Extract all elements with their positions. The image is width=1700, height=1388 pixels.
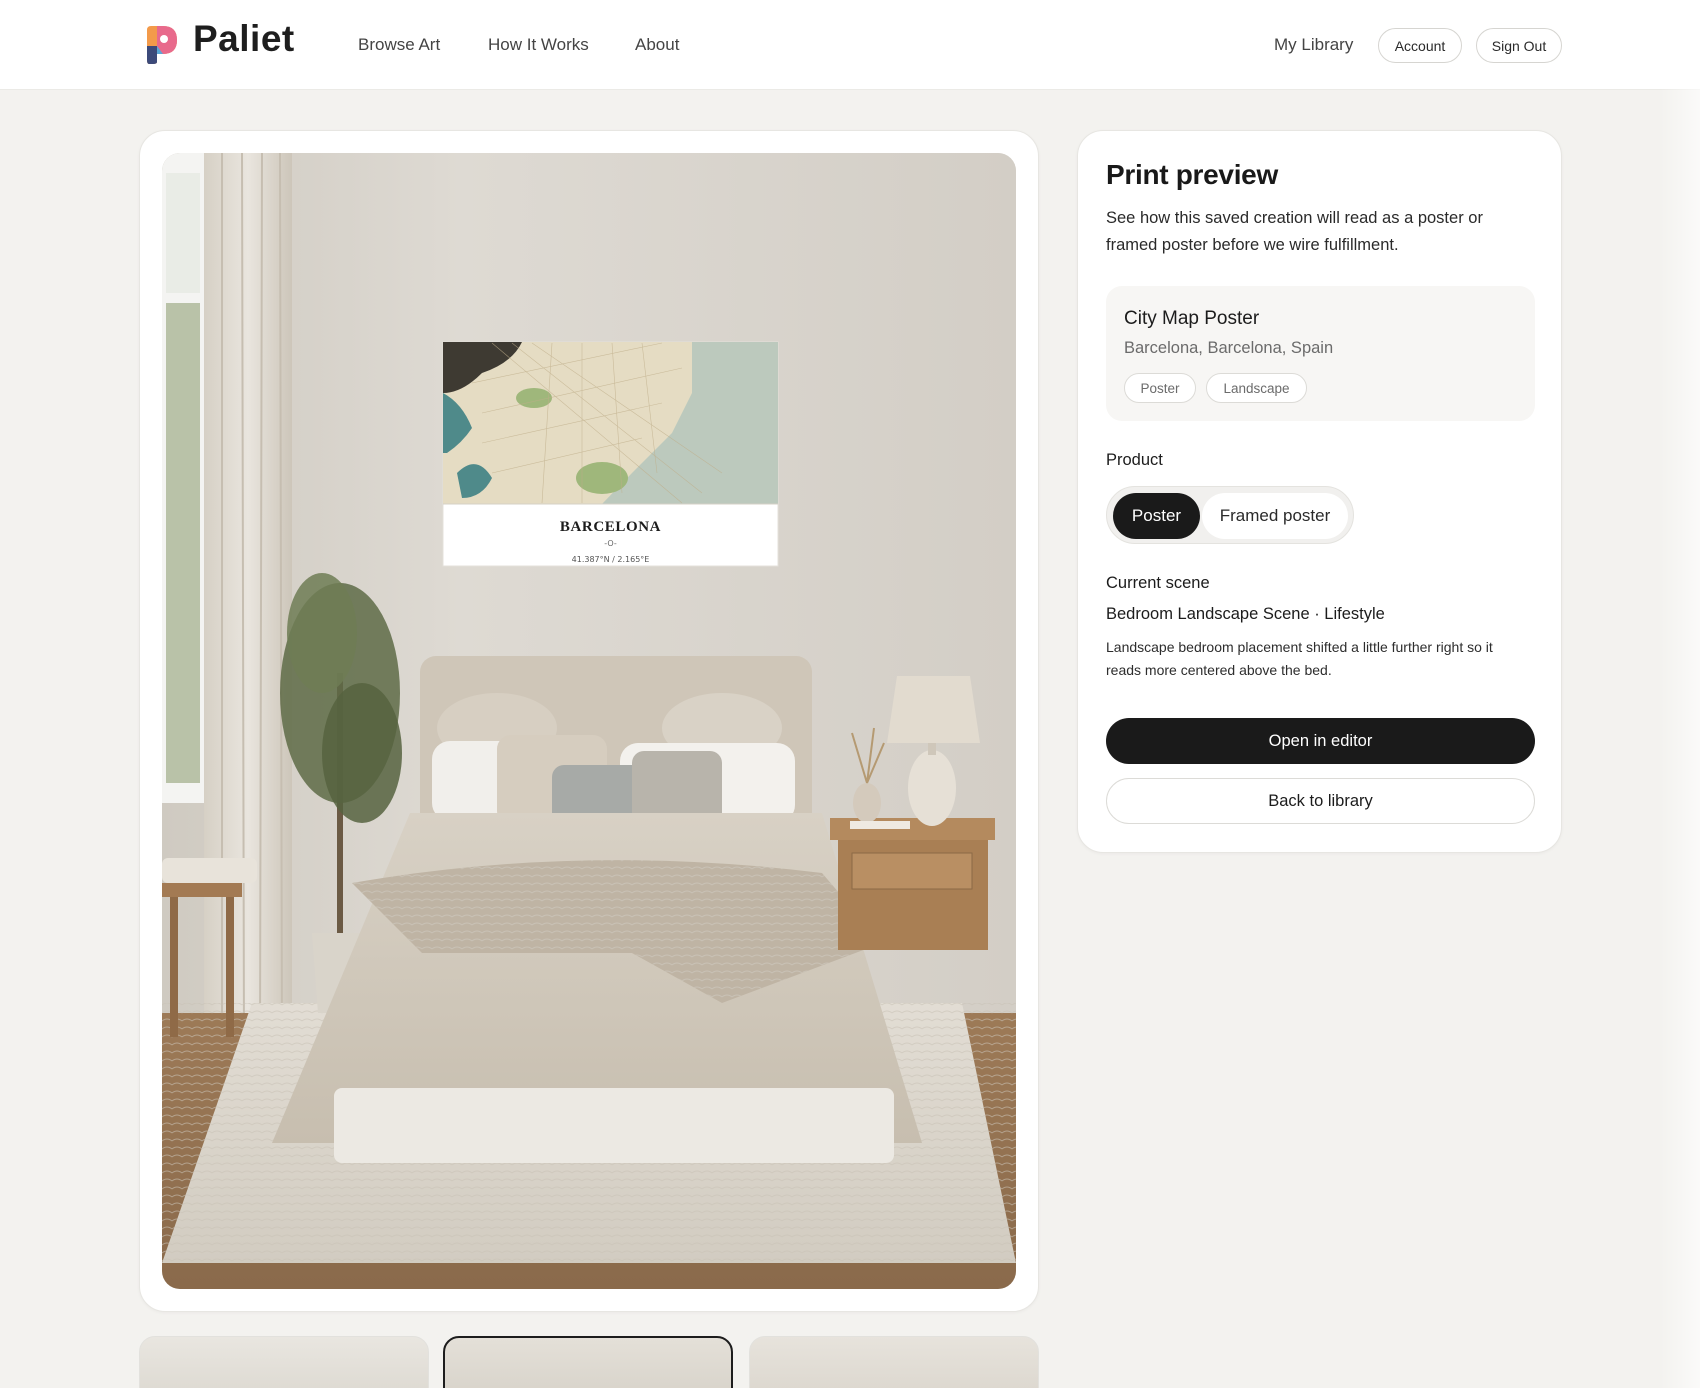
panel-description: See how this saved creation will read as… xyxy=(1106,209,1483,254)
sign-out-button[interactable]: Sign Out xyxy=(1476,28,1562,63)
scene-thumbnail-selected[interactable] xyxy=(443,1336,733,1388)
scene-preview-card: BARCELONA -O- 41.387°N / 2.165°E xyxy=(139,130,1039,1312)
map-poster-artwork: BARCELONA -O- 41.387°N / 2.165°E xyxy=(442,341,779,567)
nav-about[interactable]: About xyxy=(635,35,679,55)
tag-landscape: Landscape xyxy=(1206,373,1307,403)
page-edge-fade xyxy=(1660,0,1700,1388)
current-scene-name: Bedroom Landscape Scene · Lifestyle xyxy=(1106,605,1385,623)
poster-coordinates: 41.387°N / 2.165°E xyxy=(572,555,650,564)
account-button[interactable]: Account xyxy=(1378,28,1462,63)
poster-city-name: BARCELONA xyxy=(560,519,661,535)
nav-how-it-works[interactable]: How It Works xyxy=(488,35,589,55)
scene-thumbnail[interactable] xyxy=(749,1336,1039,1388)
panel-title: Print preview xyxy=(1106,159,1278,190)
bedroom-scene-illustration: BARCELONA -O- 41.387°N / 2.165°E xyxy=(162,153,1016,1289)
nav-my-library[interactable]: My Library xyxy=(1274,35,1353,55)
product-option-framed-poster[interactable]: Framed poster xyxy=(1202,493,1348,539)
paliet-logo-icon[interactable] xyxy=(143,24,179,64)
current-scene-note: Landscape bedroom placement shifted a li… xyxy=(1106,639,1493,678)
poster-divider: -O- xyxy=(604,539,617,548)
top-navigation-bar: Paliet Browse Art How It Works About My … xyxy=(0,0,1700,90)
back-to-library-button[interactable]: Back to library xyxy=(1106,778,1535,824)
product-toggle: Poster Framed poster xyxy=(1106,486,1354,544)
print-preview-panel: Print preview See how this saved creatio… xyxy=(1077,130,1562,853)
bedroom-scene-image: BARCELONA -O- 41.387°N / 2.165°E xyxy=(162,153,1016,1289)
tag-poster: Poster xyxy=(1124,373,1196,403)
brand-name[interactable]: Paliet xyxy=(193,18,295,60)
creation-summary-card: City Map Poster Barcelona, Barcelona, Sp… xyxy=(1106,286,1535,421)
nav-browse-art[interactable]: Browse Art xyxy=(358,35,440,55)
creation-title: City Map Poster xyxy=(1124,308,1260,329)
current-scene-label: Current scene xyxy=(1106,574,1210,592)
product-label: Product xyxy=(1106,451,1163,469)
product-option-poster[interactable]: Poster xyxy=(1113,493,1200,539)
scene-thumbnail[interactable] xyxy=(139,1336,429,1388)
creation-location: Barcelona, Barcelona, Spain xyxy=(1124,339,1334,357)
open-in-editor-button[interactable]: Open in editor xyxy=(1106,718,1535,764)
